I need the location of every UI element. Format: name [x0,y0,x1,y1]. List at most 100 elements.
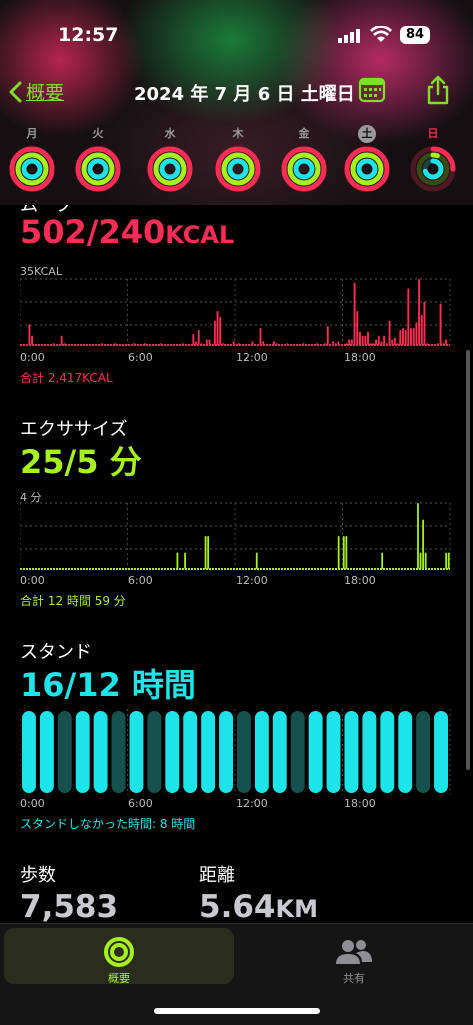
move-bar [377,335,380,345]
move-bar [213,320,216,345]
day-label: 木 [232,127,244,140]
stand-hour-bar [326,711,341,793]
exercise-total: 合計 12 時間 59 分 [20,594,126,608]
move-bar [436,343,439,345]
day-0[interactable]: 月 [6,122,58,196]
exercise-bar [419,552,422,569]
day-5[interactable]: 土 [341,122,393,196]
activity-detail-scroll[interactable]: ムーブ 502/240KCAL 35KCAL 0:00 6:00 12:00 1… [0,205,473,925]
stand-value: 16/12 時間 [20,666,196,704]
move-bar [372,343,375,345]
move-bar [332,341,335,345]
move-bar [418,279,421,345]
stand-hour-bar [254,711,269,793]
tab-summary-label: 概要 [108,972,130,985]
move-bar [412,328,415,345]
move-bar [114,343,117,345]
share-icon [427,75,449,105]
stand-hour-bar [237,711,251,793]
move-bar [364,335,367,345]
stand-not-stand: スタンドしなかった時間: 8 時間 [20,817,196,831]
move-bar [348,339,351,345]
move-x-tick-6: 6:00 [128,351,153,364]
tab-summary[interactable]: 概要 [4,928,234,985]
move-bar [404,329,407,345]
day-label: 金 [298,127,310,140]
stand-hour-bar [398,711,413,793]
exercise-x-tick-6: 6:00 [128,574,153,587]
move-bar [399,329,402,345]
stand-hour-bar [362,711,377,793]
move-bar [63,343,66,345]
move-bar [445,339,447,345]
move-bar [28,324,31,345]
move-chart [20,278,451,346]
day-2[interactable]: 水 [144,122,196,196]
tab-sharing[interactable]: 共有 [240,928,468,985]
exercise-bar [337,536,340,569]
chevron-left-icon [9,81,22,102]
back-button[interactable]: 概要 [8,78,64,105]
stand-hour-bar [380,711,395,793]
stand-hour-bar [129,711,144,793]
move-bar [197,329,200,345]
distance-unit: KM [275,895,318,923]
move-bar [200,343,203,345]
move-bar [160,343,163,345]
scrollbar[interactable] [466,350,470,770]
move-bar [326,326,329,345]
day-1[interactable]: 火 [72,122,124,196]
day-6[interactable]: 日 [407,122,459,196]
stand-hour-bar [93,711,108,793]
move-bar [238,343,240,345]
move-bar [410,328,412,345]
move-bar [133,343,136,345]
steps-stat: 歩数 7,583 [20,861,118,925]
day-label: 水 [164,127,176,140]
exercise-bar [447,552,450,569]
move-bar [359,331,361,345]
stand-hour-bar [147,711,162,793]
stand-hour-bar [22,711,36,793]
move-bar [232,341,235,345]
share-button[interactable] [424,74,452,110]
move-bar [375,339,378,345]
move-bar [31,335,34,345]
day-4[interactable]: 金 [278,122,330,196]
exercise-bar [342,536,345,569]
stand-hour-bar [308,711,323,793]
move-bar [426,343,429,345]
stand-hour-bar [75,711,90,793]
exercise-bar [345,536,348,569]
distance-value: 5.64KM [199,889,318,925]
move-bar [219,316,222,345]
move-bar [192,333,195,345]
move-bar [216,311,219,345]
calendar-icon [358,77,386,103]
move-bar [195,341,197,345]
move-total: 合計 2,417KCAL [20,371,113,385]
stand-hour-bar [165,711,180,793]
move-bar [337,341,340,345]
move-bar [356,311,359,345]
page-title: 2024 年 7 月 6 日 土曜日 [134,84,355,105]
navigation-bar: 概要 2024 年 7 月 6 日 土曜日 [0,74,473,110]
day-label: 日 [427,127,439,140]
move-bar [350,339,353,345]
move-bar [415,322,418,345]
move-x-tick-18: 18:00 [344,351,376,364]
calendar-button[interactable] [358,76,386,108]
move-bar [396,343,399,345]
move-bar [420,314,423,345]
move-bar [286,343,289,345]
day-3[interactable]: 木 [212,122,264,196]
exercise-x-tick-12: 12:00 [236,574,268,587]
battery-indicator: 84 [400,26,430,44]
move-bar [383,335,386,345]
stand-x-tick-6: 6:00 [128,797,153,810]
stand-hour-bar [183,711,198,793]
stand-hour-bar [344,711,359,793]
move-bar [221,343,224,345]
move-bar [144,343,146,345]
stand-hour-bar [39,711,54,793]
